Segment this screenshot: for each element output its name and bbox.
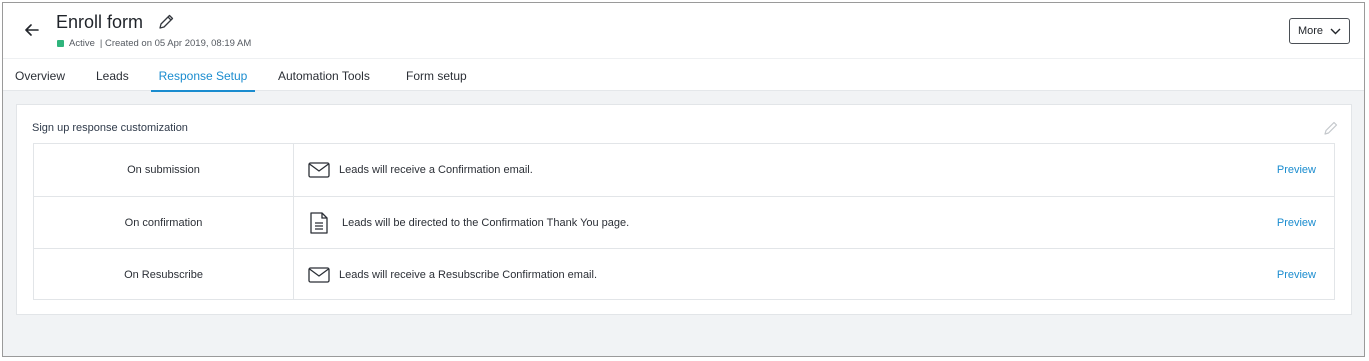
- more-label: More: [1297, 25, 1324, 37]
- document-icon: [308, 211, 330, 234]
- row-description: Leads will receive a Confirmation email.: [339, 164, 533, 176]
- row-description: Leads will receive a Resubscribe Confirm…: [339, 268, 598, 281]
- edit-title-button[interactable]: [157, 13, 175, 31]
- envelope-icon: [308, 264, 330, 286]
- row-body: Leads will be directed to the Confirmati…: [294, 197, 1334, 248]
- tab-automation-tools[interactable]: Automation Tools: [271, 59, 377, 92]
- back-button[interactable]: [21, 19, 43, 41]
- section-title: Sign up response customization: [32, 122, 188, 134]
- chevron-down-icon: [1330, 28, 1341, 34]
- tab-leads[interactable]: Leads: [89, 59, 136, 92]
- preview-link[interactable]: Preview: [1277, 249, 1316, 300]
- more-dropdown-button[interactable]: More: [1289, 18, 1350, 44]
- arrow-left-icon: [25, 24, 39, 36]
- preview-link[interactable]: Preview: [1277, 144, 1316, 196]
- page-header: Enroll form Active | Created on 05 Apr 2…: [3, 3, 1364, 92]
- table-row: On submission Leads will receive a Confi…: [34, 144, 1334, 196]
- row-body: Leads will receive a Resubscribe Confirm…: [294, 249, 1334, 300]
- row-label: On confirmation: [34, 197, 294, 248]
- status-indicator: [57, 40, 64, 47]
- table-row: On confirmation Leads will be directed t…: [34, 196, 1334, 248]
- edit-section-button[interactable]: [1323, 120, 1339, 136]
- status-line: Active | Created on 05 Apr 2019, 08:19 A…: [57, 38, 251, 49]
- row-description: Leads will be directed to the Confirmati…: [342, 216, 630, 229]
- envelope-icon: [308, 159, 330, 181]
- row-label: On Resubscribe: [34, 249, 294, 300]
- pencil-icon: [159, 14, 174, 29]
- row-label: On submission: [34, 144, 294, 196]
- tab-overview[interactable]: Overview: [8, 59, 72, 92]
- tab-bar: Overview Leads Response Setup Automation…: [3, 58, 1364, 92]
- tab-form-setup[interactable]: Form setup: [399, 59, 474, 92]
- row-body: Leads will receive a Confirmation email.…: [294, 144, 1334, 196]
- page-title: Enroll form: [56, 12, 144, 32]
- tab-response-setup[interactable]: Response Setup: [151, 59, 255, 92]
- preview-link[interactable]: Preview: [1277, 197, 1316, 248]
- app-window: Enroll form Active | Created on 05 Apr 2…: [2, 2, 1365, 357]
- table-row: On Resubscribe Leads will receive a Resu…: [34, 248, 1334, 300]
- created-date: | Created on 05 Apr 2019, 08:19 AM: [99, 38, 252, 49]
- response-customization-card: Sign up response customization On submis…: [16, 104, 1352, 315]
- response-table: On submission Leads will receive a Confi…: [33, 143, 1335, 300]
- pencil-icon: [1324, 121, 1338, 135]
- status-text: Active: [69, 38, 95, 49]
